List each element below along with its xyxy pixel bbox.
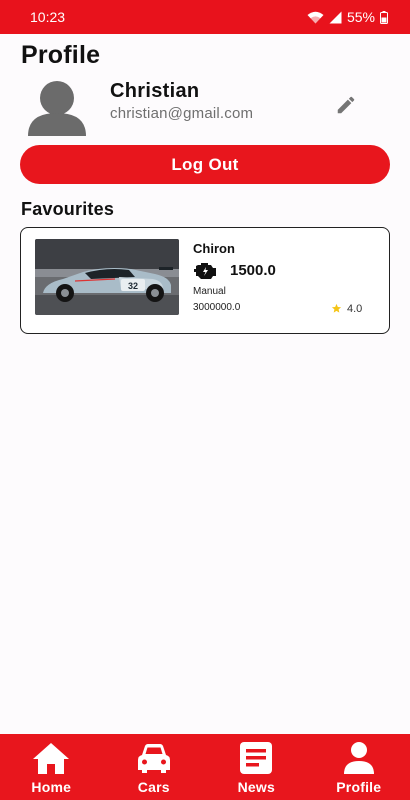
car-rating: 4.0 (347, 303, 363, 315)
car-image: 32 (35, 239, 179, 315)
nav-item-profile[interactable]: Profile (308, 734, 410, 800)
news-icon (240, 742, 273, 774)
status-bar: 10:23 55% (0, 0, 410, 34)
engine-icon (194, 263, 216, 279)
person-avatar-icon (28, 81, 86, 136)
nav-label-cars: Cars (137, 779, 170, 795)
nav-label-news: News (237, 779, 275, 795)
pencil-icon (337, 96, 355, 114)
car-icon (137, 744, 170, 773)
favourites-title: Favourites (21, 199, 115, 219)
nav-item-news[interactable]: News (205, 734, 308, 800)
edit-profile-button[interactable] (331, 90, 361, 120)
status-time: 10:23 (30, 9, 66, 25)
nav-item-home[interactable]: Home (0, 734, 103, 800)
car-transmission: Manual (193, 286, 226, 297)
wifi-icon (307, 11, 324, 23)
avatar (26, 80, 88, 136)
favourite-car-card[interactable]: 32 Chiron 1500.0 Manual 3000000.0 4.0 (20, 227, 390, 334)
status-icons: 55% (307, 9, 388, 25)
car-price: 3000000.0 (193, 302, 241, 313)
nav-item-cars[interactable]: Cars (103, 734, 206, 800)
signal-icon (329, 11, 342, 23)
battery-percent: 55% (346, 9, 375, 25)
home-icon (33, 743, 70, 774)
car-power: 1500.0 (230, 262, 276, 279)
profile-email: christian@gmail.com (110, 105, 254, 122)
logout-button[interactable]: Log Out (20, 145, 390, 184)
battery-icon (380, 10, 388, 24)
profile-icon (343, 742, 374, 774)
page-title: Profile (21, 41, 101, 69)
profile-name: Christian (110, 80, 200, 102)
nav-label-home: Home (31, 779, 72, 795)
svg-text:32: 32 (128, 281, 138, 291)
car-name: Chiron (193, 241, 235, 256)
star-icon (331, 303, 342, 313)
bottom-nav: Home Cars News Profile (0, 734, 410, 800)
nav-label-profile: Profile (336, 779, 382, 795)
